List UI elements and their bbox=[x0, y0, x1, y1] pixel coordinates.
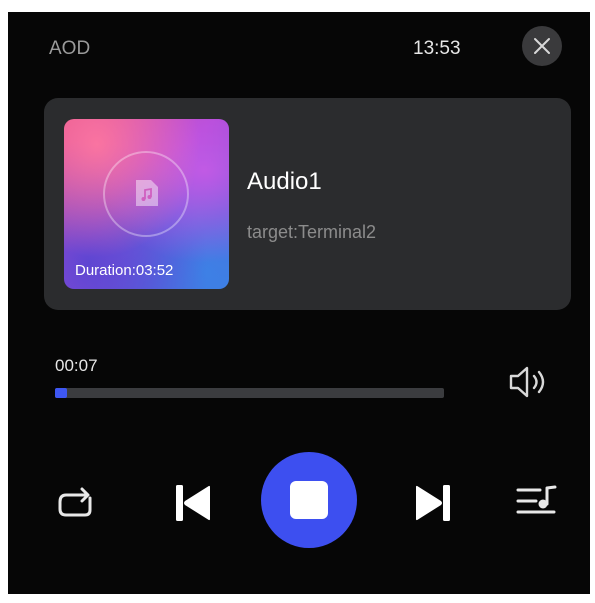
close-button[interactable] bbox=[522, 26, 562, 66]
skip-next-icon bbox=[416, 485, 450, 521]
track-title: Audio1 bbox=[247, 168, 322, 195]
app-label: AOD bbox=[49, 38, 91, 59]
stop-icon bbox=[290, 481, 328, 519]
player-screen: AOD 13:53 Duration:03:52 Audio1 target:T… bbox=[8, 12, 590, 594]
repeat-button[interactable] bbox=[54, 482, 100, 522]
playlist-button[interactable] bbox=[514, 482, 560, 522]
track-target: target:Terminal2 bbox=[247, 222, 377, 242]
volume-icon bbox=[509, 366, 545, 398]
next-button[interactable] bbox=[412, 482, 456, 524]
stop-button[interactable] bbox=[261, 452, 357, 548]
progress-fill bbox=[55, 388, 67, 398]
close-icon bbox=[534, 38, 550, 54]
progress-bar[interactable] bbox=[55, 388, 444, 398]
track-duration: Duration:03:52 bbox=[75, 262, 174, 279]
music-file-icon bbox=[136, 180, 158, 206]
clock-time: 13:53 bbox=[413, 38, 461, 59]
album-cover: Duration:03:52 bbox=[64, 119, 229, 289]
repeat-icon bbox=[58, 487, 92, 517]
previous-button[interactable] bbox=[170, 482, 214, 524]
elapsed-time: 00:07 bbox=[55, 356, 98, 375]
track-card: Duration:03:52 Audio1 target:Terminal2 bbox=[44, 98, 571, 310]
playlist-icon bbox=[516, 485, 557, 514]
volume-button[interactable] bbox=[508, 364, 550, 400]
skip-previous-icon bbox=[176, 485, 210, 521]
